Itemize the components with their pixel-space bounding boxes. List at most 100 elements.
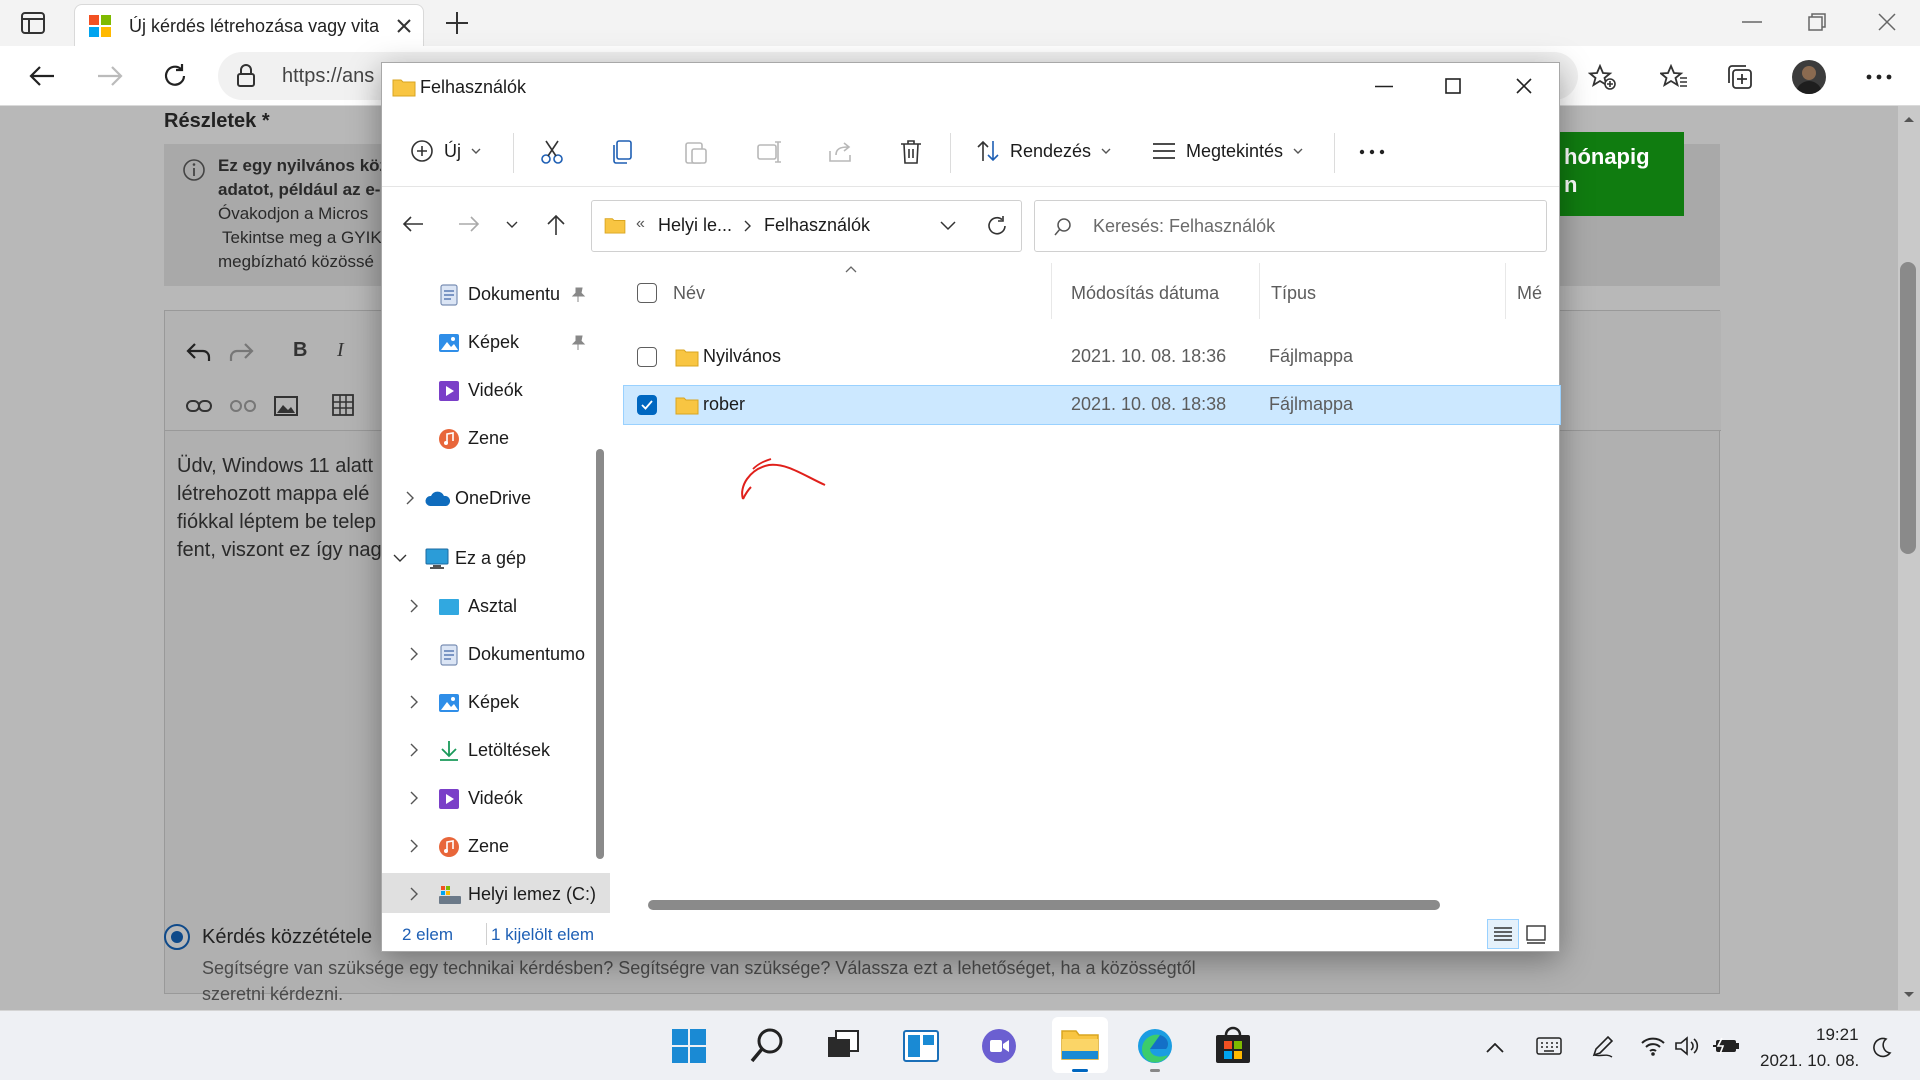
scroll-down-icon[interactable] <box>1902 990 1916 1000</box>
chevron-down-icon[interactable] <box>392 550 408 566</box>
pin-icon[interactable] <box>570 287 586 303</box>
chevron-right-icon[interactable] <box>744 220 752 232</box>
column-header-size[interactable]: Mé <box>1517 283 1542 304</box>
undo-icon[interactable] <box>185 341 211 363</box>
maximize-icon[interactable] <box>1445 78 1461 94</box>
nav-item-music[interactable]: Zene <box>382 825 610 869</box>
chevron-right-icon[interactable] <box>406 790 422 806</box>
nav-item-videos[interactable]: Videók <box>382 777 610 821</box>
new-tab-icon[interactable] <box>444 10 470 36</box>
new-button[interactable]: Új <box>410 127 490 175</box>
more-options-icon[interactable] <box>1866 74 1892 80</box>
task-view-icon[interactable] <box>818 1021 868 1071</box>
edge-icon[interactable] <box>1130 1021 1180 1072</box>
select-all-checkbox[interactable] <box>637 283 657 303</box>
focus-assist-icon[interactable] <box>1872 1037 1892 1059</box>
start-icon[interactable] <box>664 1021 714 1071</box>
image-icon[interactable] <box>273 395 299 417</box>
nav-item-downloads[interactable]: Letöltések <box>382 729 610 773</box>
column-header-date[interactable]: Módosítás dátuma <box>1071 283 1219 304</box>
copy-icon[interactable] <box>612 139 634 165</box>
volume-icon[interactable] <box>1674 1035 1700 1057</box>
chevron-right-icon[interactable] <box>406 886 422 902</box>
store-icon[interactable] <box>1208 1021 1258 1071</box>
breadcrumb-item-users[interactable]: Felhasználók <box>764 215 870 236</box>
italic-icon[interactable]: I <box>337 339 344 362</box>
details-view-icon[interactable] <box>1487 919 1519 949</box>
sort-button[interactable]: Rendezés <box>976 127 1116 175</box>
restore-browser-icon[interactable] <box>1808 13 1826 31</box>
title-bar[interactable]: Felhasználók <box>382 63 1559 111</box>
nav-pane-scrollbar[interactable] <box>596 449 604 859</box>
nav-item-documents-pinned[interactable]: Dokumentu <box>382 273 610 317</box>
back-icon[interactable] <box>28 64 56 88</box>
lock-icon[interactable] <box>236 64 256 88</box>
minimize-browser-icon[interactable] <box>1742 20 1762 24</box>
search-icon[interactable] <box>742 1021 792 1071</box>
nav-item-music-pinned[interactable]: Zene <box>382 417 610 461</box>
breadcrumb-item-local-disk[interactable]: Helyi le... <box>658 215 732 236</box>
radio-label[interactable]: Kérdés közzététele <box>202 926 372 949</box>
nav-item-documents[interactable]: Dokumentumo <box>382 633 610 677</box>
link-icon[interactable] <box>185 397 213 415</box>
file-explorer-icon[interactable] <box>1052 1017 1108 1073</box>
chevron-right-icon[interactable] <box>406 646 422 662</box>
row-checkbox[interactable] <box>637 347 657 367</box>
keyboard-icon[interactable] <box>1536 1037 1562 1055</box>
redo-icon[interactable] <box>229 341 255 363</box>
chevron-right-icon[interactable] <box>406 742 422 758</box>
page-scrollbar[interactable] <box>1898 106 1920 1010</box>
cut-icon[interactable] <box>540 139 564 165</box>
widgets-icon[interactable] <box>896 1021 946 1071</box>
show-hidden-icons-icon[interactable] <box>1486 1043 1504 1053</box>
file-row-selected[interactable]: rober 2021. 10. 08. 18:38 Fájlmappa <box>623 385 1561 425</box>
search-box[interactable]: Keresés: Felhasználók <box>1034 200 1547 252</box>
page-scrollbar-thumb[interactable] <box>1900 262 1916 554</box>
wifi-icon[interactable] <box>1640 1035 1666 1057</box>
back-icon[interactable] <box>402 215 424 233</box>
favorites-icon[interactable] <box>1660 64 1688 90</box>
file-list-horizontal-scrollbar[interactable] <box>648 900 1440 910</box>
unlink-icon[interactable] <box>229 395 257 417</box>
chevron-right-icon[interactable] <box>406 598 422 614</box>
column-header-name[interactable]: Név <box>673 283 705 304</box>
pin-icon[interactable] <box>570 335 586 351</box>
tab-actions-icon[interactable] <box>20 11 46 35</box>
battery-icon[interactable] <box>1712 1035 1740 1057</box>
nav-item-local-disk[interactable]: Helyi lemez (C:) <box>382 873 610 913</box>
column-header-type[interactable]: Típus <box>1271 283 1316 304</box>
scroll-up-icon[interactable] <box>1902 114 1916 124</box>
chat-icon[interactable] <box>974 1021 1024 1071</box>
pen-icon[interactable] <box>1590 1033 1616 1059</box>
table-icon[interactable] <box>331 393 355 417</box>
nav-item-this-pc[interactable]: Ez a gép <box>382 537 610 581</box>
up-icon[interactable] <box>546 214 566 236</box>
profile-avatar[interactable] <box>1792 60 1826 94</box>
refresh-icon[interactable] <box>162 63 188 89</box>
close-tab-icon[interactable] <box>395 17 413 35</box>
clock-date[interactable]: 2021. 10. 08. <box>1760 1051 1859 1071</box>
recent-locations-icon[interactable] <box>506 221 518 229</box>
nav-item-videos-pinned[interactable]: Videók <box>382 369 610 413</box>
more-commands-icon[interactable] <box>1359 149 1385 155</box>
nav-item-desktop[interactable]: Asztal <box>382 585 610 629</box>
file-row[interactable]: Nyilvános 2021. 10. 08. 18:36 Fájlmappa <box>623 337 1561 377</box>
chevron-right-icon[interactable] <box>406 694 422 710</box>
add-favorite-icon[interactable] <box>1588 64 1616 90</box>
nav-item-pictures[interactable]: Képek <box>382 681 610 725</box>
close-icon[interactable] <box>1516 78 1532 94</box>
refresh-icon[interactable] <box>986 215 1008 237</box>
browser-tab[interactable]: Új kérdés létrehozása vagy vita in <box>74 4 424 46</box>
nav-item-pictures-pinned[interactable]: Képek <box>382 321 610 365</box>
minimize-icon[interactable] <box>1375 85 1393 88</box>
tiles-view-icon[interactable] <box>1525 923 1547 945</box>
address-dropdown-icon[interactable] <box>940 221 956 231</box>
clock-time[interactable]: 19:21 <box>1816 1025 1859 1045</box>
chevron-right-icon[interactable] <box>402 490 418 506</box>
breadcrumb[interactable]: « Helyi le... Felhasználók <box>591 200 1022 252</box>
delete-icon[interactable] <box>900 139 922 165</box>
bold-icon[interactable]: B <box>293 339 307 362</box>
row-checkbox-checked[interactable] <box>637 395 657 415</box>
collections-icon[interactable] <box>1726 63 1754 91</box>
breadcrumb-overflow[interactable]: « <box>636 215 645 233</box>
